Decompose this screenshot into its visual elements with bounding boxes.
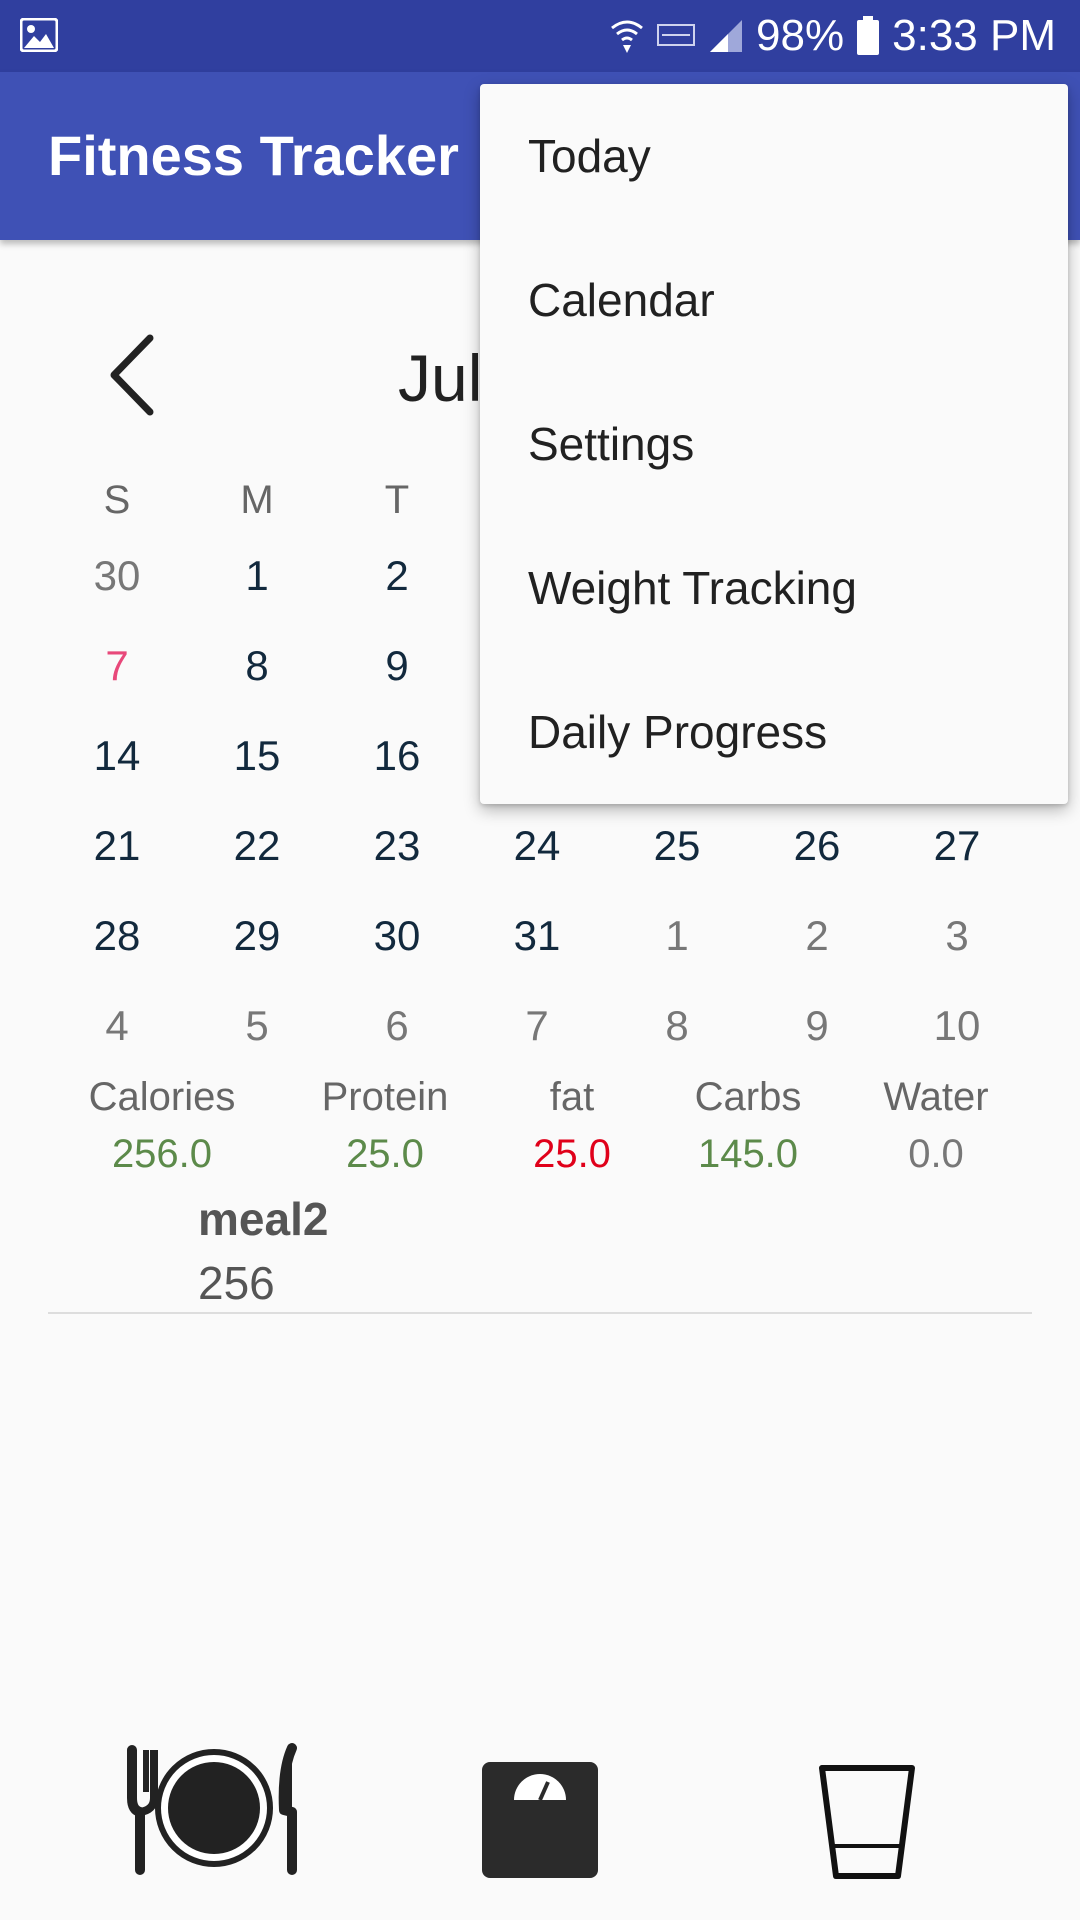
nutrition-summary: Calories 256.0 Protein 25.0 fat 25.0 Car… <box>48 1075 1032 1185</box>
calendar-day[interactable]: 30 <box>327 912 467 960</box>
calendar-day[interactable]: 8 <box>607 1002 747 1050</box>
menu-item-calendar[interactable]: Calendar <box>480 228 1068 372</box>
calendar-day[interactable]: 2 <box>747 912 887 960</box>
calendar-day[interactable]: 22 <box>187 822 327 870</box>
water-label: Water <box>883 1075 989 1119</box>
calendar-day[interactable]: 14 <box>47 732 187 780</box>
calendar-week-4: 21 22 23 24 25 26 27 <box>47 822 1027 870</box>
calendar-day[interactable]: 16 <box>327 732 467 780</box>
menu-item-settings[interactable]: Settings <box>480 372 1068 516</box>
calendar-day[interactable]: 2 <box>327 552 467 600</box>
fat-summary: fat 25.0 <box>533 1075 611 1177</box>
meal-name[interactable]: meal2 <box>198 1192 328 1246</box>
water-glass-icon[interactable] <box>818 1752 916 1892</box>
weekday-label: T <box>384 478 410 522</box>
calendar-day[interactable]: 21 <box>47 822 187 870</box>
image-icon <box>20 18 58 52</box>
calendar-day[interactable]: 5 <box>187 1002 327 1050</box>
calories-value: 256.0 <box>111 1132 213 1176</box>
calendar-week-5: 28 29 30 31 1 2 3 <box>47 912 1027 960</box>
calendar-day[interactable]: 27 <box>887 822 1027 870</box>
calendar-day[interactable]: 1 <box>187 552 327 600</box>
status-bar: 98% 3:33 PM <box>0 0 1080 72</box>
calendar-day[interactable]: 4 <box>47 1002 187 1050</box>
protein-label: Protein <box>321 1075 449 1119</box>
calendar-day[interactable]: 26 <box>747 822 887 870</box>
battery-percent: 98% <box>756 11 845 60</box>
weekday-label: S <box>103 478 131 522</box>
calendar-day[interactable]: 6 <box>327 1002 467 1050</box>
protein-value: 25.0 <box>346 1132 424 1176</box>
calendar-day-today[interactable]: 7 <box>47 642 187 690</box>
calendar-day[interactable]: 9 <box>327 642 467 690</box>
wifi-icon <box>611 20 643 53</box>
food-icon[interactable] <box>126 1740 302 1880</box>
carbs-summary: Carbs 145.0 <box>695 1075 802 1177</box>
calendar-day[interactable]: 8 <box>187 642 327 690</box>
calories-summary: Calories 256.0 <box>89 1075 236 1177</box>
calendar-day[interactable]: 7 <box>467 1002 607 1050</box>
data-icon <box>657 24 696 46</box>
menu-item-today[interactable]: Today <box>480 84 1068 228</box>
clock: 3:33 PM <box>892 11 1056 60</box>
menu-item-weight-tracking[interactable]: Weight Tracking <box>480 516 1068 660</box>
water-value: 0.0 <box>908 1132 964 1176</box>
fat-label: fat <box>549 1075 595 1119</box>
battery-icon <box>857 16 880 55</box>
calendar-day[interactable]: 29 <box>187 912 327 960</box>
fat-value: 25.0 <box>533 1132 611 1176</box>
calendar-day[interactable]: 30 <box>47 552 187 600</box>
calendar-day[interactable]: 3 <box>887 912 1027 960</box>
chevron-left-icon[interactable] <box>100 330 170 420</box>
calendar-day[interactable]: 9 <box>747 1002 887 1050</box>
carbs-value: 145.0 <box>697 1132 799 1176</box>
calendar-day[interactable]: 23 <box>327 822 467 870</box>
calendar-day[interactable]: 10 <box>887 1002 1027 1050</box>
calendar-day[interactable]: 24 <box>467 822 607 870</box>
calendar-day[interactable]: 31 <box>467 912 607 960</box>
menu-item-daily-progress[interactable]: Daily Progress <box>480 660 1068 804</box>
calendar-week-6: 4 5 6 7 8 9 10 <box>47 1002 1027 1050</box>
scale-icon[interactable] <box>480 1750 600 1890</box>
divider <box>48 1312 1032 1314</box>
calendar-day[interactable]: 1 <box>607 912 747 960</box>
calendar-day[interactable]: 25 <box>607 822 747 870</box>
signal-icon <box>710 20 743 52</box>
carbs-label: Carbs <box>694 1075 802 1119</box>
weekday-label: M <box>240 478 274 522</box>
app-title: Fitness Tracker <box>48 124 459 187</box>
calendar-month-title: Jul <box>398 341 483 415</box>
overflow-menu: Today Calendar Settings Weight Tracking … <box>480 84 1068 804</box>
calories-label: Calories <box>88 1075 236 1119</box>
water-summary: Water 0.0 <box>883 1075 988 1177</box>
meal-calories: 256 <box>198 1257 275 1309</box>
calendar-day[interactable]: 15 <box>187 732 327 780</box>
calendar-day[interactable]: 28 <box>47 912 187 960</box>
protein-summary: Protein 25.0 <box>322 1075 449 1177</box>
